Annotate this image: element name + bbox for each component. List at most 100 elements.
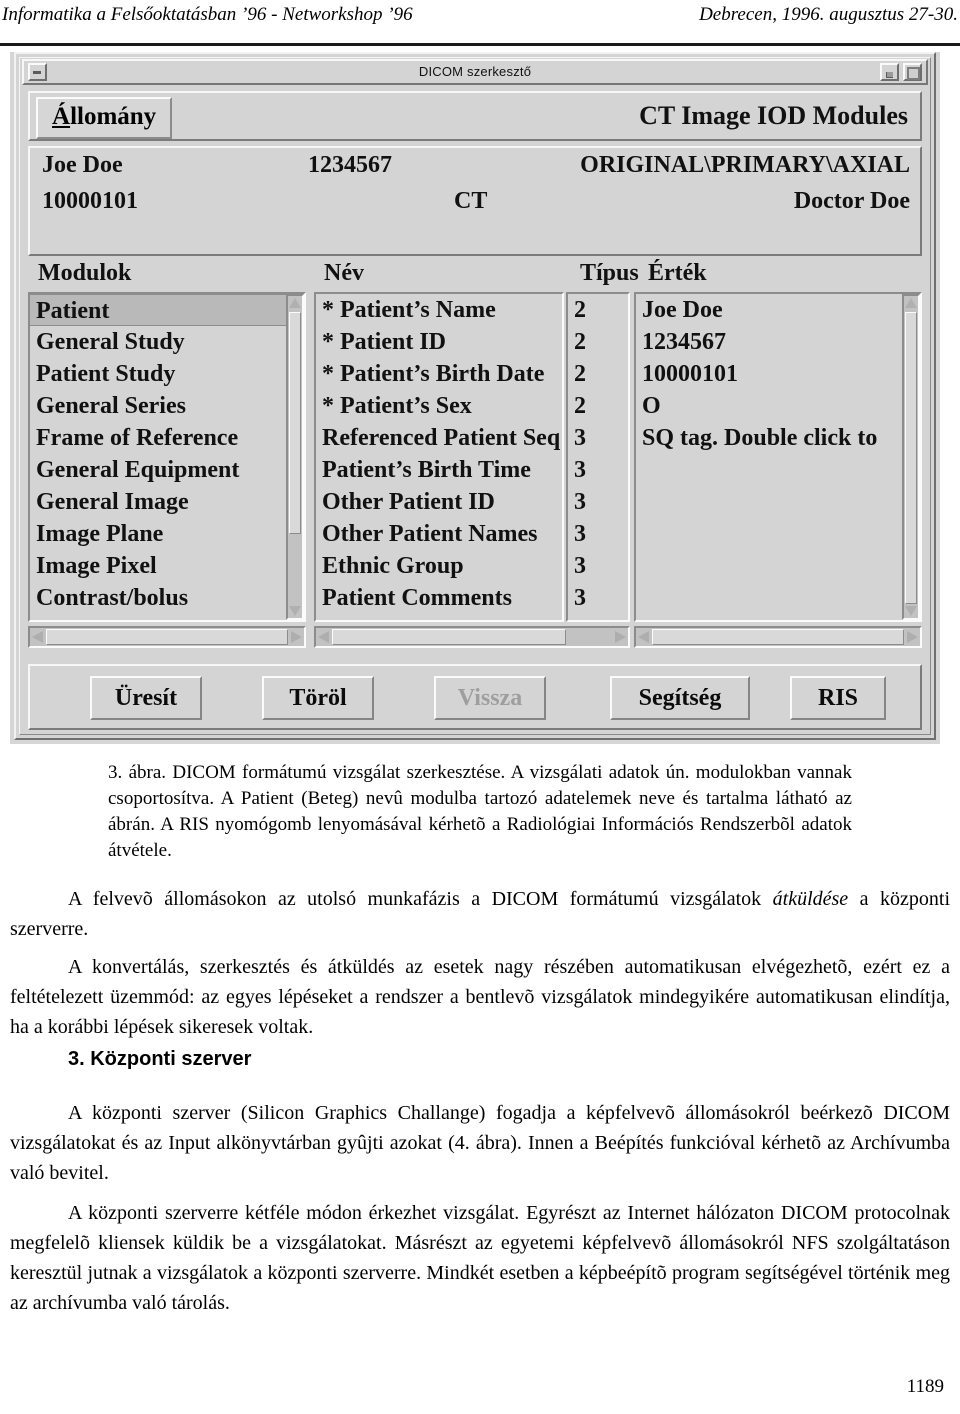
scroll-thumb[interactable] bbox=[652, 629, 904, 645]
scroll-thumb[interactable] bbox=[289, 312, 301, 534]
module-list-item[interactable]: Contrast/bolus bbox=[30, 582, 286, 614]
attribute-name-item[interactable]: Referenced Patient Seq bbox=[316, 422, 562, 454]
attribute-name-item[interactable]: Ethnic Group bbox=[316, 550, 562, 582]
paragraph-1-emphasis: átküldése bbox=[772, 888, 849, 910]
attribute-type-item[interactable]: 3 bbox=[568, 422, 628, 454]
attribute-name-item[interactable]: * Patient’s Sex bbox=[316, 390, 562, 422]
paragraph-4: A központi szerverre kétféle módon érkez… bbox=[10, 1198, 950, 1318]
scroll-left-arrow-icon[interactable] bbox=[318, 631, 329, 643]
attribute-name-item[interactable]: * Patient’s Birth Date bbox=[316, 358, 562, 390]
column-header-modules: Modulok bbox=[38, 260, 132, 286]
scroll-thumb[interactable] bbox=[905, 312, 917, 604]
paragraph-1-part-a: A felvevõ állomásokon az utolsó munkafáz… bbox=[68, 888, 773, 910]
info-patient-name: Joe Doe bbox=[42, 152, 123, 178]
attribute-value-item[interactable] bbox=[636, 550, 902, 582]
attribute-name-list[interactable]: * Patient’s Name * Patient ID * Patient’s … bbox=[316, 294, 562, 620]
dialog-button-seg-ts-g[interactable]: Segítség bbox=[610, 676, 750, 720]
attribute-type-item[interactable]: 2 bbox=[568, 358, 628, 390]
window-title: DICOM szerkesztő bbox=[418, 64, 532, 79]
attribute-value-item[interactable] bbox=[636, 486, 902, 518]
paragraph-3-text: A központi szerver (Silicon Graphics Cha… bbox=[10, 1102, 950, 1184]
scroll-thumb[interactable] bbox=[46, 629, 288, 645]
patient-info-panel: Joe Doe 1234567 ORIGINAL\PRIMARY\AXIAL 1… bbox=[28, 146, 922, 256]
module-list-item[interactable]: General Equipment bbox=[30, 454, 286, 486]
attribute-value-item[interactable]: Joe Doe bbox=[636, 294, 902, 326]
value-horizontal-scrollbar[interactable] bbox=[634, 626, 922, 648]
attribute-name-item[interactable]: Patient Comments bbox=[316, 582, 562, 614]
attribute-value-item[interactable]: SQ tag. Double click to bbox=[636, 422, 902, 454]
attribute-value-item[interactable] bbox=[636, 582, 902, 614]
window-titlebar: DICOM szerkesztő bbox=[22, 59, 928, 85]
attribute-name-item[interactable]: * Patient’s Name bbox=[316, 294, 562, 326]
module-list-item[interactable]: Patient Study bbox=[30, 358, 286, 390]
maximize-icon[interactable] bbox=[903, 63, 922, 81]
list-panes: Patient General Study Patient Study General… bbox=[28, 292, 922, 648]
dialog-button-bar: Üresít Töröl Vissza Segítség RIS bbox=[28, 664, 922, 730]
paragraph-2-text: A konvertálás, szerkesztés és átküldés a… bbox=[10, 956, 950, 1038]
attribute-type-item[interactable]: 2 bbox=[568, 390, 628, 422]
module-list-item[interactable]: Frame of Reference bbox=[30, 422, 286, 454]
attribute-name-pane[interactable]: * Patient’s Name * Patient ID * Patient’s … bbox=[314, 292, 564, 622]
modules-horizontal-scrollbar[interactable] bbox=[28, 626, 306, 648]
attribute-value-item[interactable]: 10000101 bbox=[636, 358, 902, 390]
menu-label-rest: llomány bbox=[70, 103, 157, 130]
modules-list-pane[interactable]: Patient General Study Patient Study General… bbox=[28, 292, 306, 622]
minimize-icon[interactable] bbox=[880, 63, 899, 81]
scroll-left-arrow-icon[interactable] bbox=[32, 631, 43, 643]
column-headers: Modulok Név Típus Érték bbox=[28, 260, 922, 294]
module-list-item[interactable]: Image Pixel bbox=[30, 550, 286, 582]
attribute-value-item[interactable]: O bbox=[636, 390, 902, 422]
attribute-type-item[interactable]: 3 bbox=[568, 486, 628, 518]
module-list-item[interactable]: General Image bbox=[30, 486, 286, 518]
attribute-name-item[interactable]: Patient’s Birth Time bbox=[316, 454, 562, 486]
attribute-value-item[interactable] bbox=[636, 454, 902, 486]
modules-list[interactable]: Patient General Study Patient Study General… bbox=[30, 294, 286, 620]
attribute-name-item[interactable]: * Patient ID bbox=[316, 326, 562, 358]
modules-vertical-scrollbar[interactable] bbox=[286, 294, 304, 620]
module-list-item[interactable]: Image Plane bbox=[30, 518, 286, 550]
dialog-button-vissza: Vissza bbox=[434, 676, 546, 720]
attribute-value-item[interactable] bbox=[636, 518, 902, 550]
attribute-type-item[interactable]: 2 bbox=[568, 326, 628, 358]
scroll-right-arrow-icon[interactable] bbox=[291, 631, 302, 643]
scroll-left-arrow-icon[interactable] bbox=[638, 631, 649, 643]
scroll-up-arrow-icon[interactable] bbox=[289, 298, 301, 308]
running-head-right: Debrecen, 1996. augusztus 27-30. bbox=[699, 4, 958, 25]
dialog-button--res-t[interactable]: Üresít bbox=[90, 676, 202, 720]
attribute-type-item[interactable]: 3 bbox=[568, 582, 628, 614]
menu-item-allomany[interactable]: Állomány bbox=[36, 97, 173, 139]
figure-screenshot: DICOM szerkesztő Állomány CT Image IOD M… bbox=[10, 52, 940, 744]
paragraph-3: A központi szerver (Silicon Graphics Cha… bbox=[10, 1098, 950, 1188]
value-vertical-scrollbar[interactable] bbox=[902, 294, 920, 620]
attribute-horizontal-scrollbar[interactable] bbox=[314, 626, 630, 648]
scroll-right-arrow-icon[interactable] bbox=[615, 631, 626, 643]
attribute-value-item[interactable]: 1234567 bbox=[636, 326, 902, 358]
column-header-type: Típus bbox=[580, 260, 639, 286]
scroll-thumb[interactable] bbox=[332, 629, 566, 645]
module-list-item[interactable]: General Study bbox=[30, 326, 286, 358]
scroll-up-arrow-icon[interactable] bbox=[905, 298, 917, 308]
scroll-down-arrow-icon[interactable] bbox=[905, 606, 917, 616]
attribute-name-item[interactable]: Other Patient Names bbox=[316, 518, 562, 550]
dialog-button-ris[interactable]: RIS bbox=[790, 676, 886, 720]
module-list-item[interactable]: Patient bbox=[30, 294, 286, 326]
scroll-down-arrow-icon[interactable] bbox=[289, 606, 301, 616]
paragraph-4-text: A központi szerverre kétféle módon érkez… bbox=[10, 1202, 950, 1314]
info-patient-id: 1234567 bbox=[308, 152, 392, 178]
attribute-value-list[interactable]: Joe Doe 1234567 10000101 O SQ tag. Double cl… bbox=[636, 294, 902, 620]
scroll-right-arrow-icon[interactable] bbox=[907, 631, 918, 643]
attribute-type-pane[interactable]: 2222333333 bbox=[566, 292, 630, 622]
attribute-type-item[interactable]: 3 bbox=[568, 518, 628, 550]
attribute-type-item[interactable]: 3 bbox=[568, 454, 628, 486]
running-head: Informatika a Felsőoktatásban ’96 - Netw… bbox=[0, 0, 960, 46]
attribute-value-pane[interactable]: Joe Doe 1234567 10000101 O SQ tag. Double cl… bbox=[634, 292, 922, 622]
attribute-type-item[interactable]: 2 bbox=[568, 294, 628, 326]
info-birth-date: 10000101 bbox=[42, 188, 138, 214]
dialog-button-t-r-l[interactable]: Töröl bbox=[262, 676, 374, 720]
figure-caption: 3. ábra. DICOM formátumú vizsgálat szerk… bbox=[108, 762, 852, 861]
attribute-type-list[interactable]: 2222333333 bbox=[568, 294, 628, 620]
module-list-item[interactable]: General Series bbox=[30, 390, 286, 422]
attribute-type-item[interactable]: 3 bbox=[568, 550, 628, 582]
paragraph-2: A konvertálás, szerkesztés és átküldés a… bbox=[10, 952, 950, 1042]
attribute-name-item[interactable]: Other Patient ID bbox=[316, 486, 562, 518]
